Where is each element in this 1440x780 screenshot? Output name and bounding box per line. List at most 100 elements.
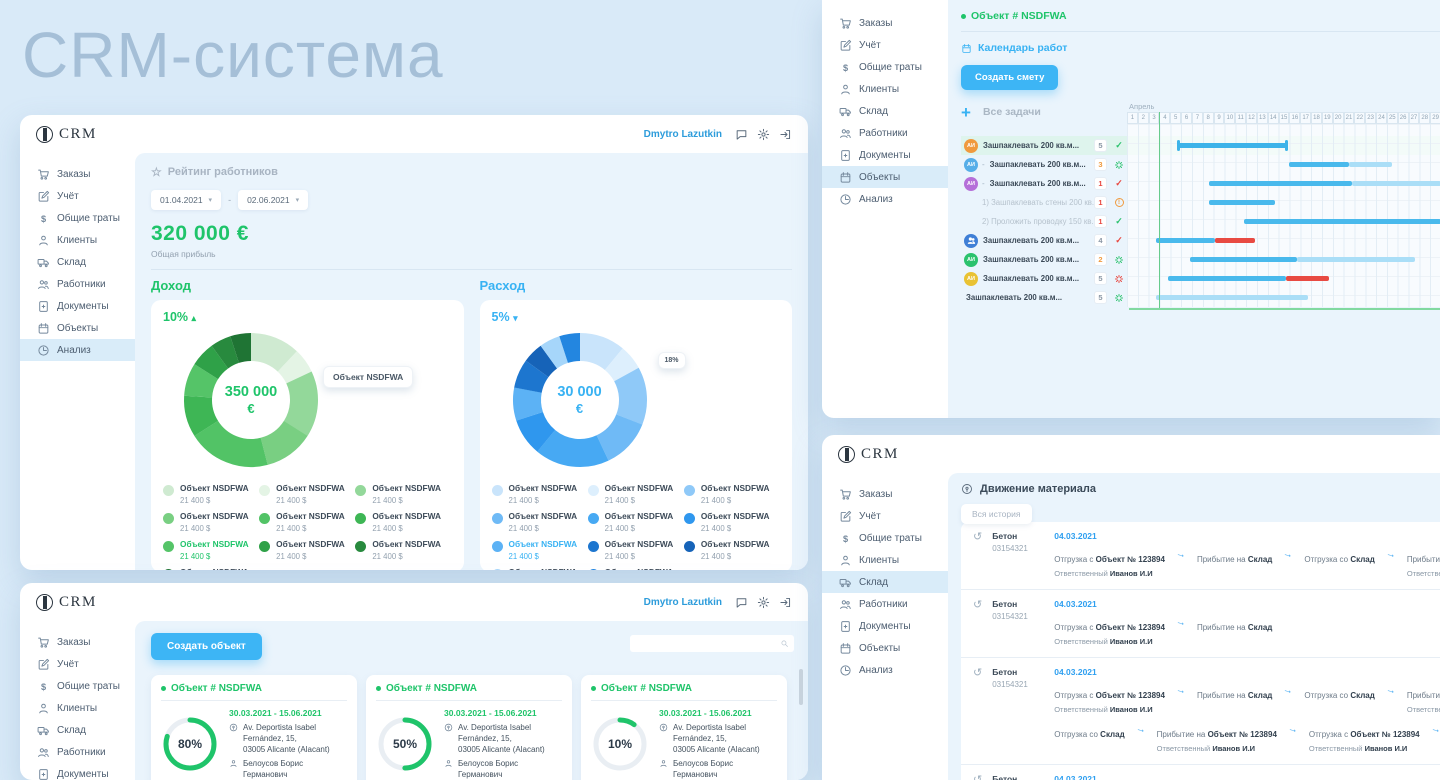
sidebar-item-Учёт[interactable]: Учёт	[822, 34, 948, 56]
gantt-bar[interactable]	[1289, 162, 1349, 167]
object-card[interactable]: Объект # NSDFWA 50% 30.03.2021 - 15.06.20…	[366, 675, 572, 780]
sidebar-item-Клиенты[interactable]: Клиенты	[822, 549, 948, 571]
sidebar-item-Склад[interactable]: Склад	[822, 100, 948, 122]
task-row[interactable]: АИ Зашпаклевать 200 кв.м... 5	[961, 269, 1126, 288]
sidebar-item-Заказы[interactable]: Заказы	[822, 12, 948, 34]
gantt-bar[interactable]	[1214, 238, 1255, 243]
task-row[interactable]: АИ - Зашпаклевать 200 кв.м... 1 ✓	[961, 174, 1126, 193]
scrollbar[interactable]	[799, 669, 803, 705]
collapse-toggle-icon[interactable]: -	[982, 160, 985, 169]
gantt-bar[interactable]	[1352, 181, 1440, 186]
task-status-spinner-green[interactable]	[1112, 160, 1126, 170]
search-input[interactable]	[630, 635, 794, 652]
sidebar-item-Объекты[interactable]: Объекты	[822, 637, 948, 659]
sidebar-item-Работники[interactable]: Работники	[20, 273, 135, 295]
logout-icon[interactable]	[779, 596, 792, 609]
sidebar-item-Анализ[interactable]: Анализ	[20, 339, 135, 361]
legend-item[interactable]: Объект NSDFWA21 400 $	[259, 540, 355, 561]
add-task-button[interactable]: +	[961, 104, 971, 121]
history-tab[interactable]: Вся история	[961, 504, 1032, 524]
sidebar-item-Склад[interactable]: Склад	[20, 719, 135, 741]
sidebar-item-Склад[interactable]: Склад	[20, 251, 135, 273]
legend-item[interactable]: Объект NSDFWA21 400 $	[355, 483, 451, 505]
sidebar-item-Объекты[interactable]: Объекты	[20, 317, 135, 339]
sidebar-item-Общие траты[interactable]: $ Общие траты	[822, 56, 948, 78]
task-row[interactable]: АИ Зашпаклевать 200 кв.м... 5 ✓	[961, 136, 1126, 155]
sidebar-item-Работники[interactable]: Работники	[822, 122, 948, 144]
object-card[interactable]: Объект # NSDFWA 80% 30.03.2021 - 15.06.20…	[151, 675, 357, 780]
legend-item[interactable]: Объект NSDFWA21 400 $	[355, 540, 451, 561]
rating-link[interactable]: ☆ Рейтинг работников	[151, 165, 792, 179]
legend-item[interactable]: Объект NSDFWA21 400 $	[683, 540, 780, 561]
legend-item[interactable]: Объект NSDFWA21 400 $	[491, 511, 588, 533]
task-status-check-red[interactable]: ✓	[1112, 178, 1126, 189]
gantt-bar[interactable]	[1209, 200, 1276, 205]
task-row[interactable]: 1) Зашпаклевать стены 200 кв.м 1!	[961, 193, 1126, 212]
legend-item[interactable]: Объект NSDFWA21 400 $	[587, 540, 684, 561]
sidebar-item-Клиенты[interactable]: Клиенты	[20, 229, 135, 251]
gantt-bar[interactable]	[1156, 295, 1308, 300]
legend-item[interactable]: Объект NSDFWA21 400 $	[259, 483, 355, 505]
gear-icon[interactable]	[757, 128, 770, 141]
sidebar-item-Клиенты[interactable]: Клиенты	[822, 78, 948, 100]
task-row[interactable]: 2) Проложить проводку 150 кв.м 1 ✓	[961, 212, 1126, 231]
task-status-spinner-red[interactable]	[1112, 274, 1126, 284]
gantt-bar[interactable]	[1156, 238, 1215, 243]
gear-icon[interactable]	[757, 596, 770, 609]
sidebar-item-Учёт[interactable]: Учёт	[20, 653, 135, 675]
legend-item[interactable]: Объект NSDFWA21 400 $	[163, 483, 259, 505]
sidebar-item-Работники[interactable]: Работники	[20, 741, 135, 763]
task-row[interactable]: Зашпаклевать 200 кв.м... 4 ✓	[961, 231, 1126, 250]
legend-item[interactable]: Объект NSDFWA21 400 $	[163, 568, 259, 570]
sidebar-item-Анализ[interactable]: Анализ	[822, 659, 948, 681]
legend-item[interactable]: Объект NSDFWA21 400 $	[163, 511, 259, 533]
sidebar-item-Работники[interactable]: Работники	[822, 593, 948, 615]
sidebar-item-Общие траты[interactable]: $ Общие траты	[822, 527, 948, 549]
sidebar-item-Объекты[interactable]: Объекты	[822, 166, 948, 188]
task-status-check-red[interactable]: ✓	[1112, 235, 1126, 246]
object-card[interactable]: Объект # NSDFWA 10% 30.03.2021 - 15.06.20…	[581, 675, 787, 780]
task-status-check-green[interactable]: ✓	[1112, 140, 1126, 151]
chat-icon[interactable]	[735, 128, 748, 141]
user-name[interactable]: Dmytro Lazutkin	[644, 597, 722, 608]
legend-item[interactable]: Объект NSDFWA21 400 $	[587, 483, 684, 505]
create-estimate-button[interactable]: Создать смету	[961, 65, 1059, 90]
sidebar-item-Клиенты[interactable]: Клиенты	[20, 697, 135, 719]
legend-item[interactable]: Объект NSDFWA21 400 $	[491, 540, 588, 561]
collapse-toggle-icon[interactable]: -	[982, 179, 985, 188]
gantt-bar[interactable]	[1286, 276, 1330, 281]
legend-item[interactable]: Объект NSDFWA21 400 $	[587, 568, 684, 570]
sidebar-item-Заказы[interactable]: Заказы	[822, 483, 948, 505]
task-row[interactable]: АИ - Зашпаклевать 200 кв.м... 3	[961, 155, 1126, 174]
legend-item[interactable]: Объект NSDFWA21 400 $	[355, 511, 451, 533]
sidebar-item-Общие траты[interactable]: $ Общие траты	[20, 675, 135, 697]
task-status-spinner-green[interactable]	[1112, 255, 1126, 265]
sidebar-item-Документы[interactable]: Документы	[20, 295, 135, 317]
task-status-warn-orange[interactable]: !	[1112, 198, 1126, 207]
gantt-bar[interactable]	[1189, 257, 1297, 262]
legend-item[interactable]: Объект NSDFWA21 400 $	[491, 568, 588, 570]
sidebar-item-Документы[interactable]: Документы	[20, 763, 135, 780]
gantt-bar[interactable]	[1296, 257, 1415, 262]
sidebar-item-Учёт[interactable]: Учёт	[20, 185, 135, 207]
chat-icon[interactable]	[735, 596, 748, 609]
gantt-bar[interactable]	[1176, 140, 1289, 151]
sidebar-item-Анализ[interactable]: Анализ	[822, 188, 948, 210]
sidebar-item-Документы[interactable]: Документы	[822, 144, 948, 166]
legend-item[interactable]: Объект NSDFWA21 400 $	[491, 483, 588, 505]
task-row[interactable]: АИ Зашпаклевать 200 кв.м... 2	[961, 250, 1126, 269]
task-status-spinner-green[interactable]	[1112, 293, 1126, 303]
sidebar-item-Заказы[interactable]: Заказы	[20, 163, 135, 185]
gantt-bar[interactable]	[1243, 219, 1440, 224]
work-calendar-link[interactable]: Календарь работ	[961, 42, 1440, 54]
legend-item[interactable]: Объект NSDFWA21 400 $	[163, 540, 259, 561]
sidebar-item-Заказы[interactable]: Заказы	[20, 631, 135, 653]
sidebar-item-Учёт[interactable]: Учёт	[822, 505, 948, 527]
date-to-select[interactable]: 02.06.2021 ▾	[238, 190, 309, 210]
logout-icon[interactable]	[779, 128, 792, 141]
legend-item[interactable]: Объект NSDFWA21 400 $	[683, 483, 780, 505]
user-name[interactable]: Dmytro Lazutkin	[644, 129, 722, 140]
gantt-bar[interactable]	[1209, 181, 1353, 186]
legend-item[interactable]: Объект NSDFWA21 400 $	[683, 511, 780, 533]
sidebar-item-Документы[interactable]: Документы	[822, 615, 948, 637]
